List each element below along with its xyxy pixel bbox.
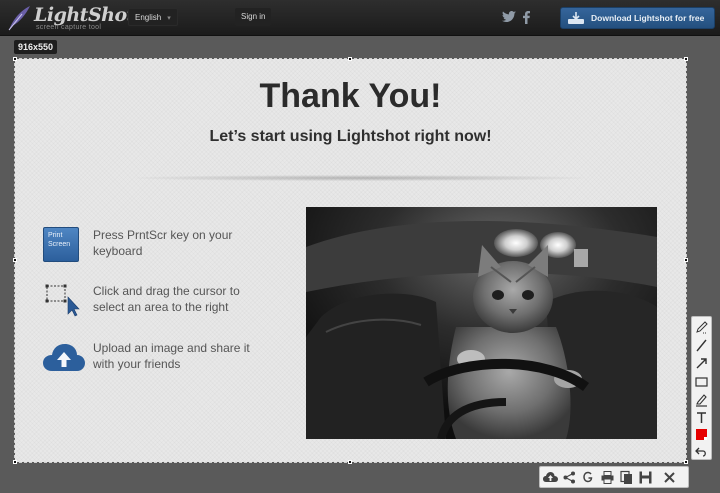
step-print-screen: Print Screen Press PrntScr key on your k… — [43, 227, 283, 267]
cat-photo — [306, 207, 657, 439]
logo-name: LightShot — [34, 4, 135, 26]
download-button-label: Download Lightshot for free — [591, 13, 705, 23]
resize-handle-bottom-right[interactable] — [684, 460, 688, 464]
feather-logo-icon — [8, 6, 30, 31]
google-search-icon[interactable] — [581, 470, 596, 485]
print-icon[interactable] — [600, 470, 615, 485]
cat-in-car-image — [306, 207, 657, 439]
text-icon[interactable] — [694, 410, 709, 425]
save-icon[interactable] — [638, 470, 653, 485]
resize-handle-right[interactable] — [684, 258, 688, 262]
lightshot-logo[interactable]: LightShot screen capture tool — [6, 4, 135, 32]
step-text: Click and drag the cursor to select an a… — [93, 284, 240, 314]
rectangle-icon[interactable] — [694, 374, 709, 389]
step-text: Upload an image and share it with your f… — [93, 341, 250, 371]
sign-in-link[interactable]: Sign in — [235, 8, 272, 26]
step-text: Press PrntScr key on your keyboard — [93, 228, 233, 258]
logo-tagline: screen capture tool — [36, 24, 102, 31]
undo-icon[interactable] — [694, 444, 709, 459]
resize-handle-bottom-left[interactable] — [13, 460, 17, 464]
download-computer-icon — [568, 12, 584, 24]
page-subtitle: Let’s start using Lightshot right now! — [209, 128, 492, 145]
resize-handle-top[interactable] — [348, 57, 352, 61]
key-label: Print Screen — [48, 232, 71, 248]
selection-area[interactable]: Thank You! Let’s start using Lightshot r… — [14, 58, 687, 463]
resize-handle-left[interactable] — [13, 258, 17, 262]
drawing-toolbar — [691, 316, 712, 460]
selection-size-badge: 916x550 — [14, 40, 58, 54]
resize-handle-top-left[interactable] — [13, 57, 17, 61]
top-nav-bar: LightShot screen capture tool English ▾ S… — [0, 0, 720, 36]
language-select[interactable]: English ▾ — [128, 8, 178, 26]
share-icon[interactable] — [562, 470, 577, 485]
resize-handle-top-right[interactable] — [684, 57, 688, 61]
language-label: English — [135, 13, 162, 22]
step-select-area: Click and drag the cursor to select an a… — [43, 283, 283, 323]
page-title: Thank You! — [259, 77, 442, 115]
pen-icon[interactable] — [694, 320, 709, 335]
color-picker-icon[interactable] — [694, 427, 709, 442]
arrow-icon[interactable] — [694, 356, 709, 371]
facebook-icon[interactable] — [523, 11, 530, 24]
twitter-icon[interactable] — [502, 11, 516, 23]
step-upload-share: Upload an image and share it with your f… — [43, 340, 283, 380]
upload-cloud-icon[interactable] — [543, 470, 558, 485]
cloud-upload-icon — [43, 344, 85, 371]
action-toolbar — [539, 466, 689, 488]
chevron-down-icon: ▾ — [167, 15, 171, 22]
section-divider — [135, 175, 585, 181]
copy-icon[interactable] — [619, 470, 634, 485]
print-screen-key-icon: Print Screen — [43, 227, 79, 262]
selection-cursor-icon — [45, 284, 80, 317]
close-icon[interactable] — [662, 470, 677, 485]
line-icon[interactable] — [694, 338, 709, 353]
resize-handle-bottom[interactable] — [348, 460, 352, 464]
download-lightshot-button[interactable]: Download Lightshot for free — [560, 7, 715, 29]
marker-icon[interactable] — [694, 392, 709, 407]
